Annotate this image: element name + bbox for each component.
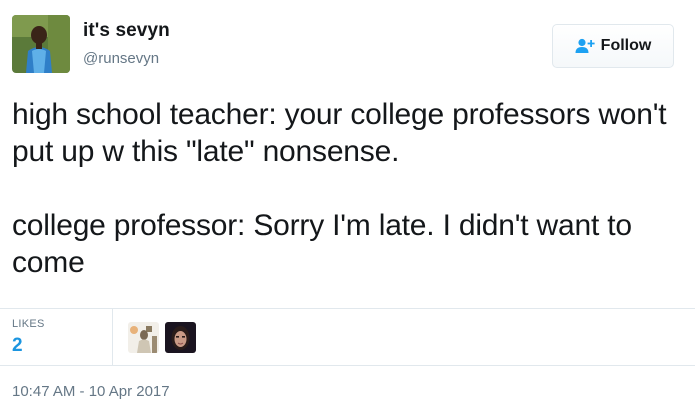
stats-bottom-divider xyxy=(0,365,695,366)
likes-label: LIKES xyxy=(12,318,45,330)
follow-button-label: Follow xyxy=(600,37,652,54)
follow-button[interactable]: Follow xyxy=(552,24,674,68)
liker-avatar-1[interactable] xyxy=(128,322,159,353)
author-handle[interactable]: @runsevyn xyxy=(83,50,159,67)
liker-avatar-2[interactable] xyxy=(165,322,196,353)
likes-count[interactable]: 2 xyxy=(12,335,23,357)
tweet-paragraph-2: college professor: Sorry I'm late. I did… xyxy=(12,209,632,279)
author-display-name[interactable]: it's sevyn xyxy=(83,20,170,42)
profile-photo-icon xyxy=(12,15,70,73)
liker-avatar-2-icon xyxy=(165,322,196,353)
add-user-icon xyxy=(575,38,595,54)
tweet-paragraph-1: high school teacher: your college profes… xyxy=(12,98,667,168)
author-avatar[interactable] xyxy=(12,15,70,73)
liker-avatar-1-icon xyxy=(128,322,159,353)
tweet-text: high school teacher: your college profes… xyxy=(12,96,692,281)
tweet-timestamp[interactable]: 10:47 AM - 10 Apr 2017 xyxy=(12,383,170,400)
